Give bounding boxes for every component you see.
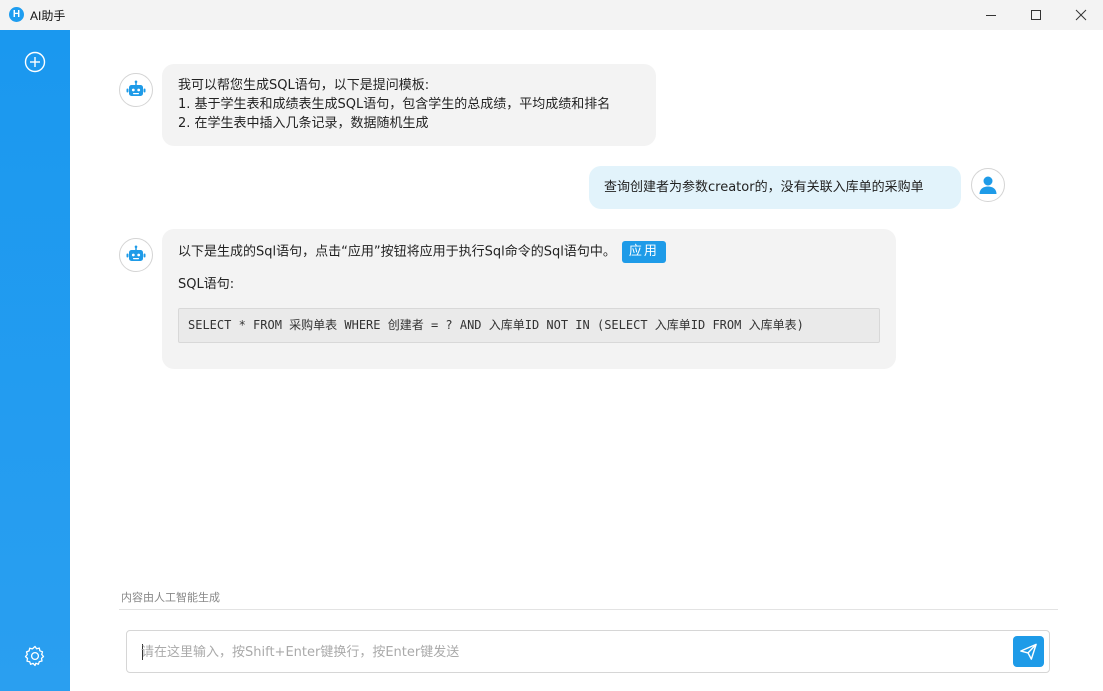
sidebar: [0, 30, 70, 691]
settings-button[interactable]: [23, 644, 47, 668]
app-logo-letter: H: [12, 9, 21, 20]
sql-intro-text: 以下是生成的Sql语句，点击“应用”按钮将应用于执行Sql命令的Sql语句中。: [178, 244, 616, 260]
send-button[interactable]: [1013, 636, 1044, 667]
user-message-bubble: 查询创建者为参数creator的，没有关联入库单的采购单: [589, 166, 961, 209]
divider: [119, 609, 1058, 610]
minimize-button[interactable]: [968, 0, 1014, 30]
message-line: 1. 基于学生表和成绩表生成SQL语句，包含学生的总成绩，平均成绩和排名: [178, 97, 611, 112]
chat-input-box: [126, 630, 1050, 673]
close-icon: [1075, 9, 1087, 21]
apply-button[interactable]: 应用: [621, 241, 666, 263]
maximize-icon: [1031, 10, 1041, 20]
close-button[interactable]: [1058, 0, 1103, 30]
assistant-sql-bubble: 以下是生成的Sql语句，点击“应用”按钮将应用于执行Sql命令的Sql语句中。应…: [162, 229, 896, 369]
sql-intro-row: 以下是生成的Sql语句，点击“应用”按钮将应用于执行Sql命令的Sql语句中。应…: [178, 241, 880, 266]
sql-code-block: SELECT * FROM 采购单表 WHERE 创建者 = ? AND 入库单…: [178, 308, 880, 343]
send-icon: [1020, 643, 1037, 660]
title-bar: H AI助手: [0, 0, 1103, 30]
ai-generated-note: 内容由人工智能生成: [121, 591, 220, 604]
sql-label: SQL语句:: [178, 277, 235, 292]
robot-icon: [126, 245, 146, 261]
window-title: AI助手: [30, 9, 66, 23]
app-logo-icon: H: [9, 7, 24, 22]
user-message-text: 查询创建者为参数creator的，没有关联入库单的采购单: [604, 180, 924, 195]
message-line: 我可以帮您生成SQL语句，以下是提问模板:: [178, 78, 430, 93]
assistant-avatar: [119, 73, 153, 107]
new-chat-button[interactable]: [24, 51, 46, 73]
maximize-button[interactable]: [1013, 0, 1059, 30]
user-avatar: [971, 168, 1005, 202]
minimize-icon: [986, 15, 996, 16]
gear-icon: [24, 645, 45, 667]
plus-circle-icon: [24, 51, 46, 73]
message-line: 2. 在学生表中插入几条记录，数据随机生成: [178, 116, 429, 131]
assistant-message-bubble: 我可以帮您生成SQL语句，以下是提问模板: 1. 基于学生表和成绩表生成SQL语…: [162, 64, 656, 146]
user-icon: [979, 176, 997, 194]
chat-input[interactable]: [141, 641, 1001, 663]
assistant-avatar: [119, 238, 153, 272]
robot-icon: [126, 80, 146, 96]
